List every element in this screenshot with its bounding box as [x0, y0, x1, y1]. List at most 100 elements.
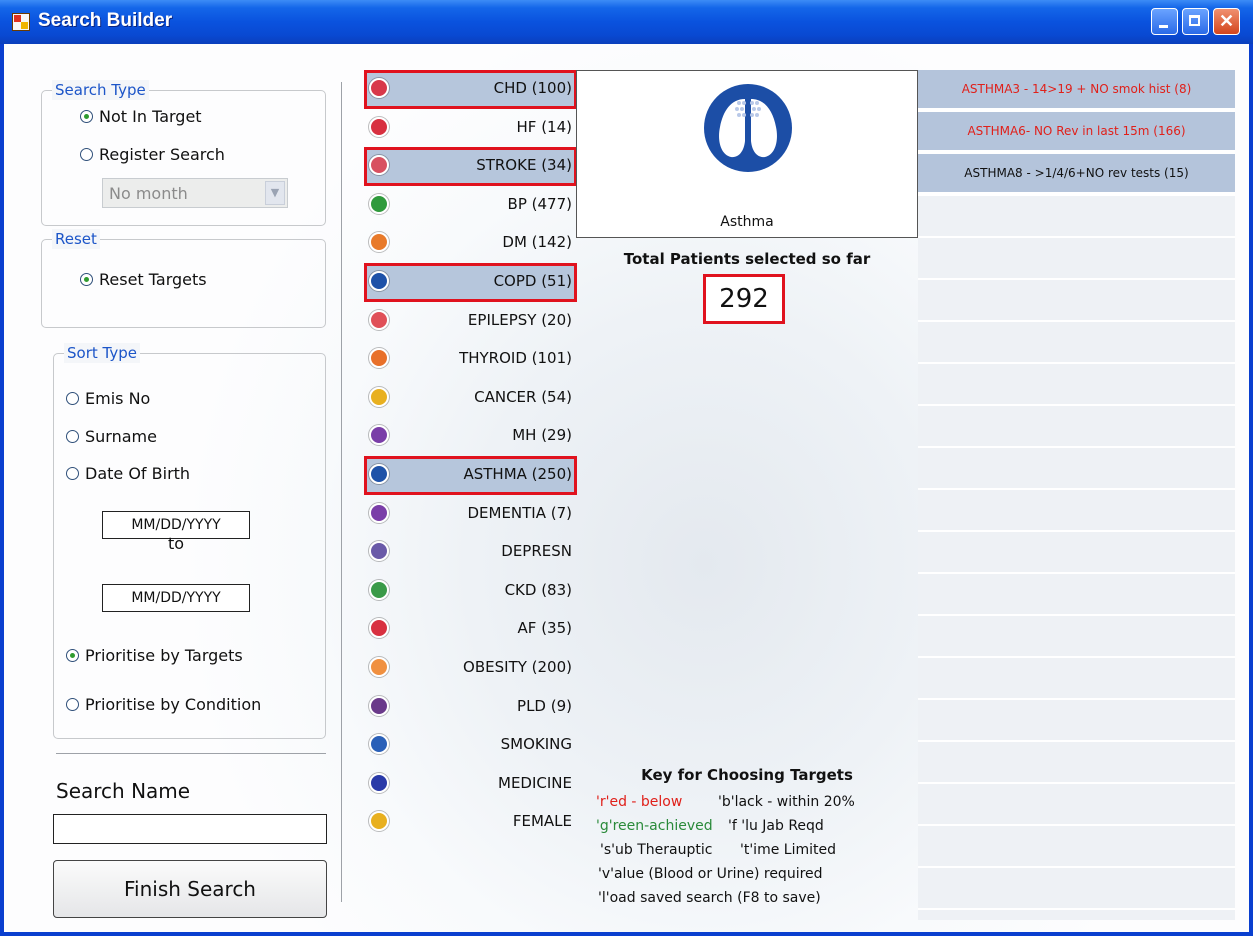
app-icon	[12, 13, 30, 31]
condition-label: CHD (100)	[493, 79, 572, 97]
total-patients-value: 292	[703, 274, 785, 324]
condition-label: FEMALE	[512, 812, 572, 831]
condition-row[interactable]: MH (29)	[364, 417, 577, 456]
blood-pressure-icon	[369, 193, 389, 214]
minimize-icon	[1159, 25, 1168, 28]
target-row[interactable]: ASTHMA8 - >1/4/6+NO rev tests (15)	[918, 154, 1235, 194]
trachea-gap	[745, 91, 751, 143]
chevron-down-icon[interactable]: ▼	[265, 181, 285, 205]
month-select[interactable]: No month ▼	[102, 178, 288, 208]
condition-row[interactable]: CHD (100)	[364, 70, 577, 109]
condition-label: STROKE (34)	[476, 156, 572, 175]
obesity-icon	[369, 656, 389, 677]
close-button[interactable]: ✕	[1213, 8, 1240, 35]
radio-emis-no[interactable]: Emis No	[66, 389, 150, 408]
key-item-sub: 's'ub Therauptic	[600, 842, 713, 858]
radio-prioritise-targets-dot[interactable]	[66, 649, 79, 662]
condition-row[interactable]: CANCER (54)	[364, 379, 577, 418]
selected-condition-name: Asthma	[720, 214, 774, 230]
key-item-red: 'r'ed - below	[596, 794, 683, 810]
key-title: Key for Choosing Targets	[641, 766, 853, 784]
condition-label: CANCER (54)	[474, 387, 572, 406]
condition-label: BP (477)	[507, 194, 572, 213]
condition-row[interactable]: DEPRESN	[364, 533, 577, 572]
condition-label: OBESITY (200)	[463, 657, 572, 676]
radio-not-in-target-label: Not In Target	[99, 107, 202, 126]
condition-label: EPILEPSY (20)	[467, 310, 572, 329]
condition-row[interactable]: FEMALE	[364, 803, 577, 842]
search-name-input[interactable]	[53, 814, 327, 844]
finish-search-button[interactable]: Finish Search	[53, 860, 327, 918]
radio-register-search-dot[interactable]	[80, 148, 93, 161]
radio-prioritise-condition-dot[interactable]	[66, 698, 79, 711]
month-select-value: No month	[109, 184, 188, 203]
condition-row[interactable]: HF (14)	[364, 109, 577, 148]
condition-label: AF (35)	[517, 619, 572, 638]
condition-label: COPD (51)	[493, 271, 572, 290]
search-name-label: Search Name	[56, 779, 191, 803]
condition-row[interactable]: OBESITY (200)	[364, 649, 577, 688]
condition-row[interactable]: DM (142)	[364, 224, 577, 263]
radio-register-search[interactable]: Register Search	[80, 145, 225, 164]
condition-row[interactable]: SMOKING	[364, 726, 577, 765]
diabetes-icon	[369, 232, 389, 253]
radio-reset-targets-label: Reset Targets	[99, 270, 207, 289]
condition-row[interactable]: CKD (83)	[364, 572, 577, 611]
search-type-title: Search Type	[52, 80, 149, 100]
smoking-icon	[369, 734, 389, 755]
condition-label: DEPRESN	[501, 542, 572, 561]
radio-surname-dot[interactable]	[66, 430, 79, 443]
condition-label: DEMENTIA (7)	[467, 503, 572, 522]
key-item-load: 'l'oad saved search (F8 to save)	[598, 890, 821, 906]
condition-label: CKD (83)	[504, 580, 572, 599]
radio-not-in-target[interactable]: Not In Target	[80, 107, 202, 126]
condition-row[interactable]: BP (477)	[364, 186, 577, 225]
radio-date-of-birth-dot[interactable]	[66, 467, 79, 480]
asthma-lungs-icon	[704, 84, 792, 172]
key-item-value: 'v'alue (Blood or Urine) required	[598, 866, 823, 882]
iq-icon	[369, 695, 389, 716]
condition-row[interactable]: STROKE (34)	[364, 147, 577, 186]
key-item-black: 'b'lack - within 20%	[718, 794, 855, 810]
divider	[341, 82, 342, 902]
radio-prioritise-targets[interactable]: Prioritise by Targets	[66, 646, 243, 665]
mental-health-icon	[369, 425, 389, 446]
client-area: Search Type Not In Target Register Searc…	[4, 44, 1249, 932]
radio-date-of-birth[interactable]: Date Of Birth	[66, 464, 190, 483]
condition-row[interactable]: MEDICINE	[364, 765, 577, 804]
radio-surname[interactable]: Surname	[66, 427, 157, 446]
condition-row[interactable]: EPILEPSY (20)	[364, 302, 577, 341]
heart-icon	[369, 78, 389, 98]
condition-label: MEDICINE	[498, 773, 572, 792]
close-icon: ✕	[1218, 11, 1235, 31]
condition-label: PLD (9)	[517, 696, 572, 715]
female-icon	[369, 811, 389, 832]
total-patients-label: Total Patients selected so far	[623, 250, 871, 268]
radio-not-in-target-dot[interactable]	[80, 110, 93, 123]
condition-row[interactable]: THYROID (101)	[364, 340, 577, 379]
radio-emis-no-dot[interactable]	[66, 392, 79, 405]
targets-list: ASTHMA3 - 14>19 + NO smok hist (8) ASTHMA…	[918, 70, 1235, 920]
target-row[interactable]: ASTHMA3 - 14>19 + NO smok hist (8)	[918, 70, 1235, 110]
medicine-icon	[369, 772, 389, 793]
maximize-button[interactable]	[1182, 8, 1209, 35]
radio-prioritise-condition[interactable]: Prioritise by Condition	[66, 695, 261, 714]
sort-type-title: Sort Type	[64, 343, 140, 363]
target-row[interactable]: ASTHMA6- NO Rev in last 15m (166)	[918, 112, 1235, 152]
radio-reset-targets-dot[interactable]	[80, 273, 93, 286]
condition-label: DM (142)	[502, 233, 572, 252]
maximize-icon	[1189, 15, 1200, 26]
condition-row[interactable]: AF (35)	[364, 610, 577, 649]
search-builder-window: Search Builder ✕ Search Type Not In Targ…	[0, 0, 1253, 936]
minimize-button[interactable]	[1151, 8, 1178, 35]
condition-row[interactable]: COPD (51)	[364, 262, 577, 302]
title-bar[interactable]: Search Builder ✕	[0, 0, 1253, 44]
condition-row[interactable]: DEMENTIA (7)	[364, 495, 577, 534]
radio-emis-no-label: Emis No	[85, 389, 151, 408]
condition-row[interactable]: PLD (9)	[364, 688, 577, 727]
radio-reset-targets[interactable]: Reset Targets	[80, 270, 207, 289]
key-item-flu: 'f 'lu Jab Reqd	[728, 818, 824, 834]
date-to-field[interactable]: MM/DD/YYYY	[102, 584, 250, 612]
key-item-time: 't'ime Limited	[740, 842, 836, 858]
condition-row[interactable]: ASTHMA (250)	[364, 455, 577, 495]
